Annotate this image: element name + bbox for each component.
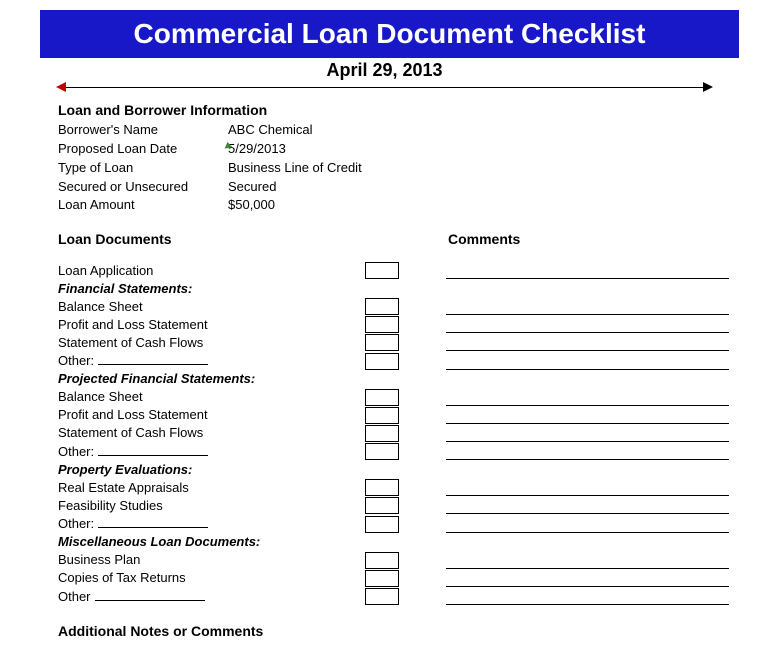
borrower-field-row: Borrower's NameABC Chemical <box>58 121 729 140</box>
checkbox[interactable] <box>365 479 399 496</box>
checklist-item-label: Other: <box>58 351 358 370</box>
checklist-row: Balance Sheet <box>58 297 729 315</box>
checklist-item-label: Feasibility Studies <box>58 497 358 515</box>
checklist-row: Real Estate Appraisals <box>58 478 729 496</box>
borrower-field-row: Proposed Loan Date5/29/2013 <box>58 140 729 159</box>
checklist-item-label: Balance Sheet <box>58 388 358 406</box>
comment-line[interactable] <box>446 390 729 406</box>
other-write-in-line[interactable] <box>98 351 208 365</box>
checklist-row: Copies of Tax Returns <box>58 569 729 587</box>
checklist-row: Profit and Loss Statement <box>58 315 729 333</box>
checklist-row: Feasibility Studies <box>58 496 729 514</box>
checklist-row: Other <box>58 587 729 606</box>
comments-heading: Comments <box>448 231 729 247</box>
checklist-item-label: Real Estate Appraisals <box>58 479 358 497</box>
checklist-row: Profit and Loss Statement <box>58 406 729 424</box>
comment-line[interactable] <box>446 408 729 424</box>
additional-notes-heading: Additional Notes or Comments <box>58 623 729 639</box>
checklist-subheading: Projected Financial Statements: <box>58 370 358 388</box>
checklist-row: Projected Financial Statements: <box>58 370 729 388</box>
borrower-field-value: 5/29/2013 <box>228 140 729 159</box>
checklist-row: Other: <box>58 514 729 533</box>
checklist-row: Property Evaluations: <box>58 460 729 478</box>
checklist-item-label: Copies of Tax Returns <box>58 569 358 587</box>
comment-line[interactable] <box>446 444 729 460</box>
checklist-item-label: Other: <box>58 514 358 533</box>
checklist-row: Statement of Cash Flows <box>58 333 729 351</box>
comment-line[interactable] <box>446 480 729 496</box>
arrow-left-icon <box>56 82 66 92</box>
borrower-field-row: Type of LoanBusiness Line of Credit <box>58 159 729 178</box>
divider-arrow <box>60 87 709 88</box>
borrower-field-row: Secured or UnsecuredSecured <box>58 178 729 197</box>
checklist-row: Statement of Cash Flows <box>58 424 729 442</box>
checklist-row: Other: <box>58 351 729 370</box>
checklist-row: Business Plan <box>58 551 729 569</box>
comment-line[interactable] <box>446 553 729 569</box>
checklist-item-label: Business Plan <box>58 551 358 569</box>
checklist-item-label: Other <box>58 587 358 606</box>
other-write-in-line[interactable] <box>98 442 208 456</box>
comment-line[interactable] <box>446 426 729 442</box>
checkbox[interactable] <box>365 425 399 442</box>
borrower-field-row: Loan Amount$50,000 <box>58 196 729 215</box>
borrower-field-label: Proposed Loan Date <box>58 140 228 159</box>
page-title-banner: Commercial Loan Document Checklist <box>40 10 739 58</box>
checklist-item-label: Statement of Cash Flows <box>58 334 358 352</box>
loan-documents-heading: Loan Documents <box>58 231 448 247</box>
checkbox[interactable] <box>365 334 399 351</box>
borrower-field-value: ABC Chemical <box>228 121 729 140</box>
borrower-field-label: Type of Loan <box>58 159 228 178</box>
checklist-item-label: Profit and Loss Statement <box>58 406 358 424</box>
checklist-subheading: Property Evaluations: <box>58 461 358 479</box>
borrower-field-value: Business Line of Credit <box>228 159 729 178</box>
comment-line[interactable] <box>446 335 729 351</box>
checkbox[interactable] <box>365 588 399 605</box>
checkbox[interactable] <box>365 552 399 569</box>
checklist-row: Financial Statements: <box>58 279 729 297</box>
comment-line[interactable] <box>446 354 729 370</box>
borrower-field-value: Secured <box>228 178 729 197</box>
comment-line[interactable] <box>446 589 729 605</box>
comment-line[interactable] <box>446 263 729 279</box>
checkbox[interactable] <box>365 353 399 370</box>
checkbox[interactable] <box>365 262 399 279</box>
borrower-field-label: Borrower's Name <box>58 121 228 140</box>
checkbox[interactable] <box>365 316 399 333</box>
comment-line[interactable] <box>446 571 729 587</box>
checkbox[interactable] <box>365 298 399 315</box>
checklist-subheading: Financial Statements: <box>58 280 358 298</box>
checklist-item-label: Loan Application <box>58 262 358 280</box>
checklist-item-label: Profit and Loss Statement <box>58 316 358 334</box>
checklist-subheading: Miscellaneous Loan Documents: <box>58 533 358 551</box>
comment-line[interactable] <box>446 517 729 533</box>
checklist-item-label: Statement of Cash Flows <box>58 424 358 442</box>
comment-line[interactable] <box>446 498 729 514</box>
checkbox[interactable] <box>365 389 399 406</box>
checkbox[interactable] <box>365 407 399 424</box>
borrower-info-heading: Loan and Borrower Information <box>58 102 729 118</box>
checkbox[interactable] <box>365 570 399 587</box>
checklist-item-label: Other: <box>58 442 358 461</box>
other-write-in-line[interactable] <box>98 514 208 528</box>
other-write-in-line[interactable] <box>95 587 205 601</box>
comment-line[interactable] <box>446 317 729 333</box>
borrower-field-label: Secured or Unsecured <box>58 178 228 197</box>
checklist-row: Balance Sheet <box>58 388 729 406</box>
arrow-right-icon <box>703 82 713 92</box>
checklist-row: Other: <box>58 442 729 461</box>
checklist-row: Loan Application <box>58 261 729 279</box>
comment-line[interactable] <box>446 299 729 315</box>
checklist-row: Miscellaneous Loan Documents: <box>58 533 729 551</box>
document-date: April 29, 2013 <box>20 60 749 81</box>
checkbox[interactable] <box>365 497 399 514</box>
checkbox[interactable] <box>365 443 399 460</box>
checklist-item-label: Balance Sheet <box>58 298 358 316</box>
borrower-field-label: Loan Amount <box>58 196 228 215</box>
borrower-field-value: $50,000 <box>228 196 729 215</box>
checkbox[interactable] <box>365 516 399 533</box>
